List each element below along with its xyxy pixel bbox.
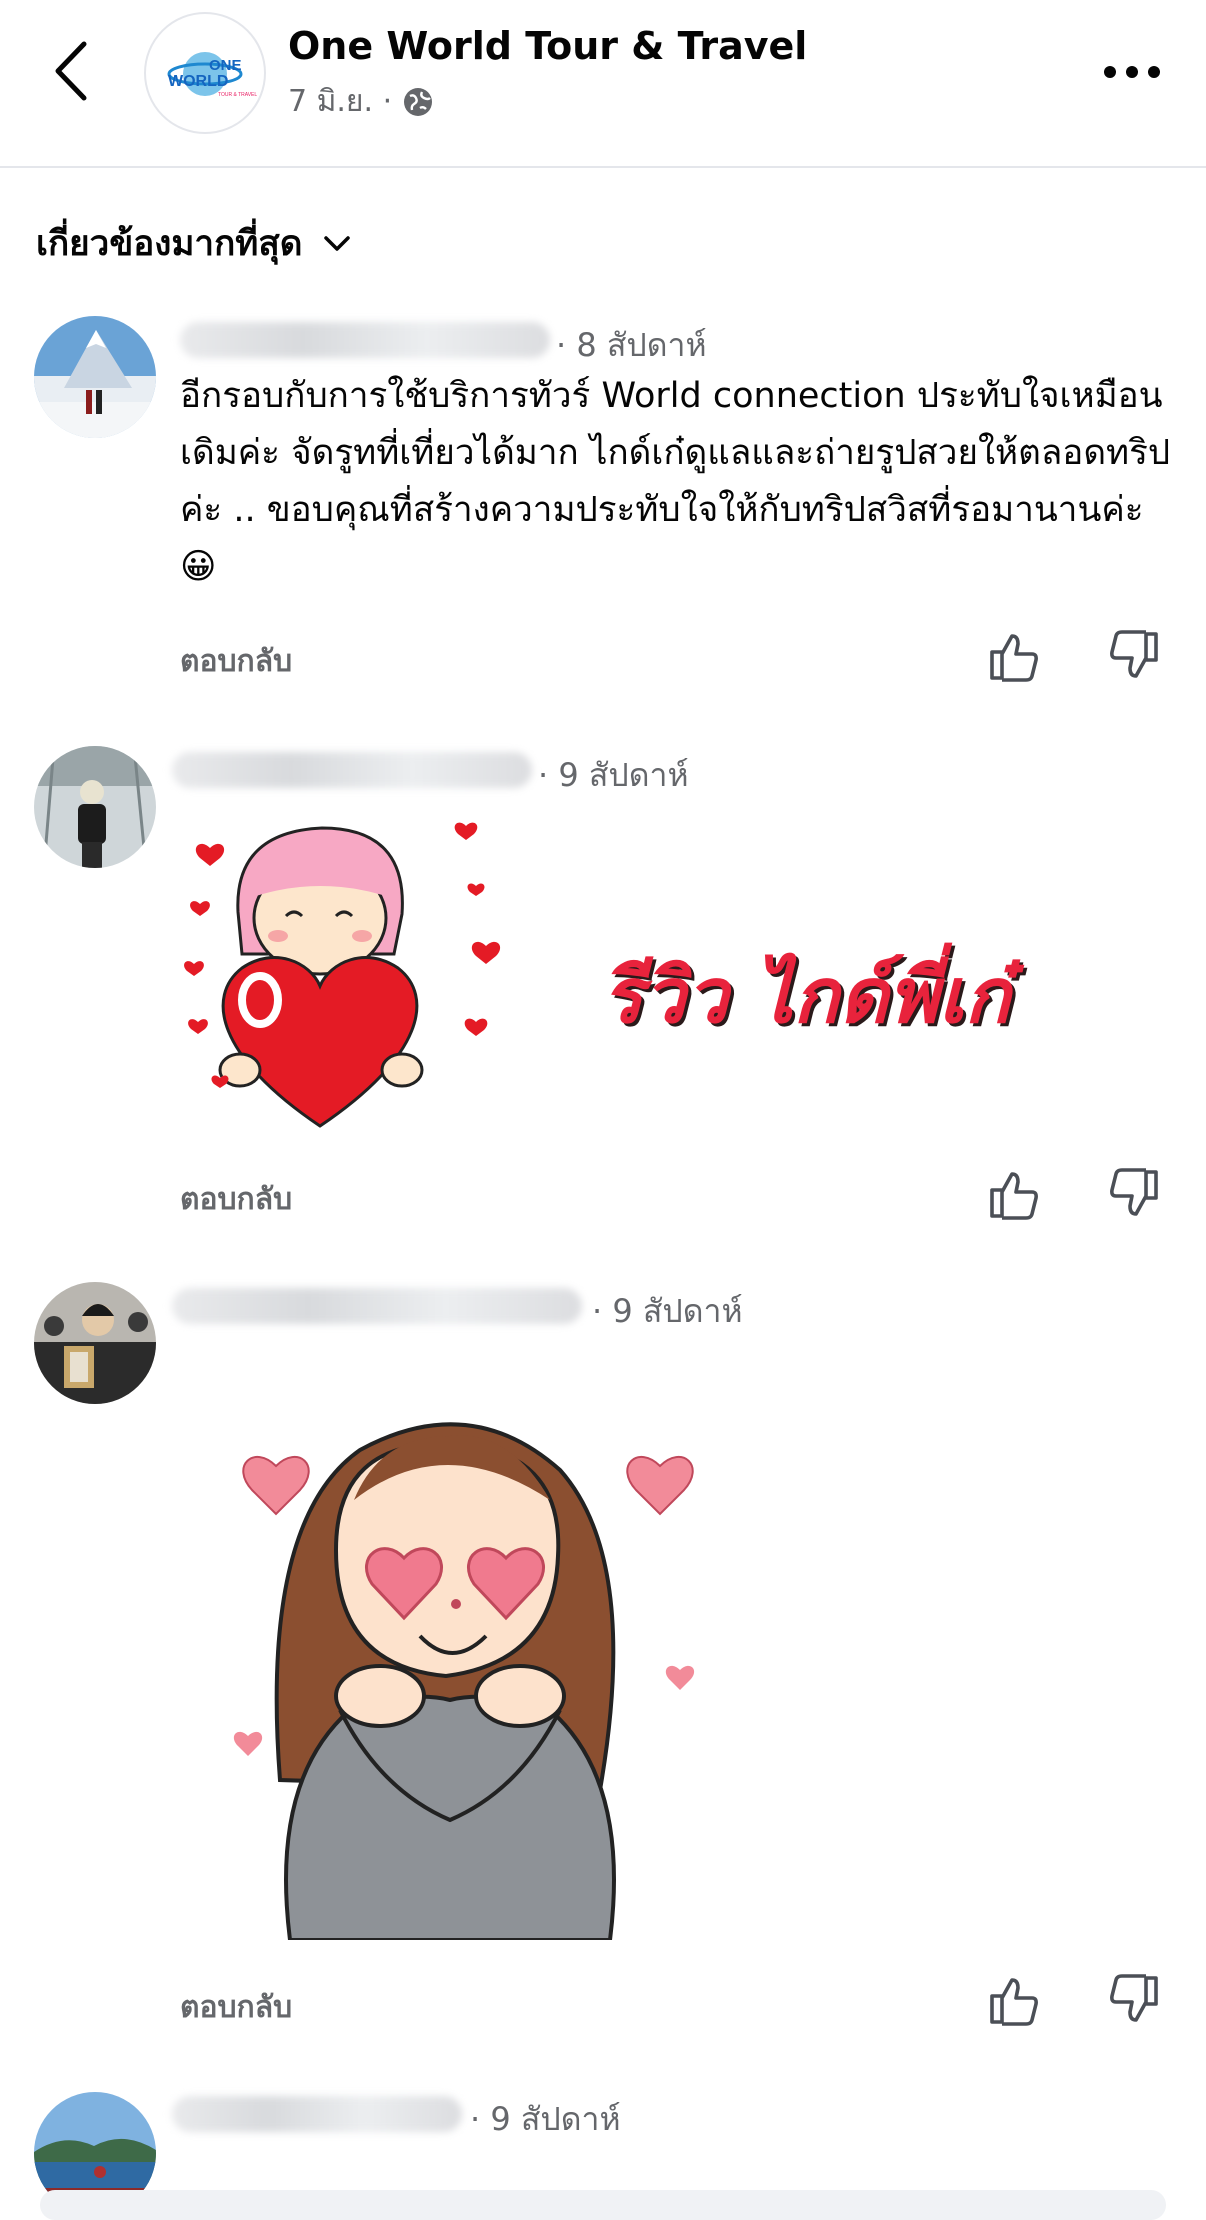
mountain-photo <box>34 316 156 438</box>
one-world-logo: ONE WORLD TOUR & TRAVEL <box>167 52 257 98</box>
upvote-button[interactable] <box>986 1166 1042 1222</box>
back-button[interactable] <box>44 36 104 106</box>
commenter-avatar[interactable] <box>34 746 156 868</box>
svg-text:ONE: ONE <box>209 57 242 74</box>
thumbs-down-icon <box>1110 1168 1158 1216</box>
comment-text: อีกรอบกับการใช้บริการทัวร์ World connect… <box>180 376 1171 587</box>
thumbs-down-icon <box>1110 630 1158 678</box>
thumbs-up-icon <box>990 1978 1038 2026</box>
commenter-name[interactable] <box>180 322 550 358</box>
comment-time: · 9 สัปดาห์ <box>592 1292 743 1330</box>
commenter-avatar[interactable] <box>34 1282 156 1404</box>
chevron-down-icon <box>324 235 351 251</box>
page-avatar[interactable]: ONE WORLD TOUR & TRAVEL <box>144 12 266 134</box>
svg-text:WORLD: WORLD <box>168 73 228 90</box>
comment-input-bar[interactable] <box>40 2190 1166 2220</box>
thumbs-down-icon <box>1110 1974 1158 2022</box>
post-date: 7 มิ.ย. · <box>288 84 393 119</box>
svg-text:TOUR & TRAVEL: TOUR & TRAVEL <box>218 92 257 98</box>
sort-label: เกี่ยวข้องมากที่สุด <box>36 224 303 264</box>
reply-button[interactable]: ตอบกลับ <box>180 1984 292 2031</box>
thumbs-up-icon <box>990 1172 1038 1220</box>
chevron-left-icon <box>55 41 87 101</box>
girl-heart-sticker <box>184 822 501 1128</box>
more-options-button[interactable] <box>1100 50 1164 94</box>
heart-eyes-girl-sticker <box>233 1422 695 1942</box>
reply-button[interactable]: ตอบกลับ <box>180 638 292 685</box>
upvote-button[interactable] <box>986 628 1042 684</box>
downvote-button[interactable] <box>1106 1166 1162 1222</box>
post-header: ONE WORLD TOUR & TRAVEL One World Tour &… <box>0 0 1206 168</box>
commenter-name[interactable] <box>172 1288 582 1324</box>
comment-time: · 9 สัปดาห์ <box>538 756 689 794</box>
commenter-avatar[interactable] <box>34 316 156 438</box>
sticker-review[interactable]: รีวิว ไกด์พี่เก๋ <box>176 796 1056 1136</box>
sticker-text: รีวิว ไกด์พี่เก๋ <box>602 951 1011 1040</box>
thumbs-up-icon <box>990 634 1038 682</box>
globe-icon <box>404 87 433 116</box>
commenter-name[interactable] <box>172 752 532 788</box>
downvote-button[interactable] <box>1106 628 1162 684</box>
sticker-girl-love[interactable] <box>220 1400 720 1942</box>
page-name[interactable]: One World Tour & Travel <box>288 24 807 68</box>
more-dots-icon <box>1104 66 1160 78</box>
reply-button[interactable]: ตอบกลับ <box>180 1176 292 1223</box>
commenter-name[interactable] <box>172 2096 462 2132</box>
downvote-button[interactable] <box>1106 1972 1162 2028</box>
upvote-button[interactable] <box>986 1972 1042 2028</box>
comment-time: · 9 สัปดาห์ <box>470 2100 621 2138</box>
person-photo <box>34 1282 156 1404</box>
person-photo <box>34 746 156 868</box>
comment-sort-dropdown[interactable]: เกี่ยวข้องมากที่สุด <box>36 216 352 271</box>
post-meta: 7 มิ.ย. · <box>288 78 434 125</box>
comment-time: · 8 สัปดาห์ <box>556 326 707 364</box>
